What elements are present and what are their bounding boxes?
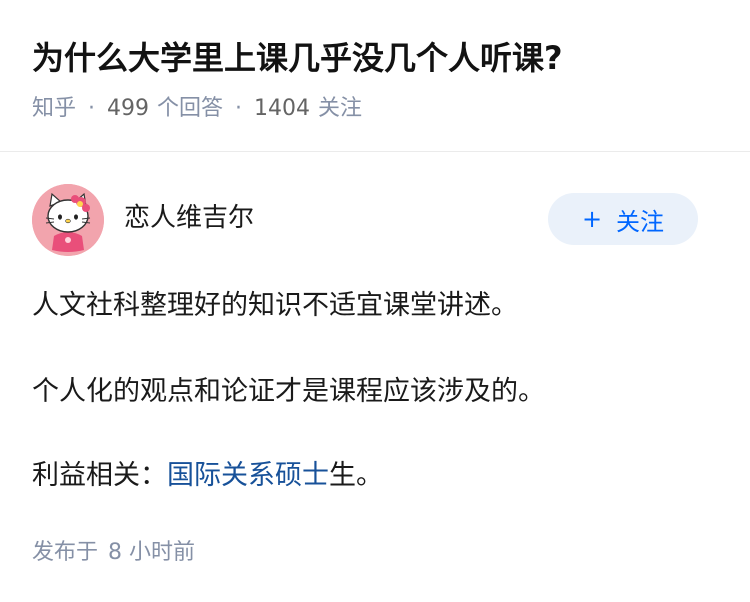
follow-button[interactable]: + 关注 [548, 193, 698, 245]
author-name[interactable]: 恋人维吉尔 [124, 201, 254, 235]
answer-count: 499 [107, 96, 150, 121]
follow-button-label: 关注 [616, 207, 665, 236]
answer-paragraph: 人文社科整理好的知识不适宜课堂讲述。 [32, 290, 518, 321]
topic-link[interactable]: 国际关系硕士 [167, 460, 329, 491]
publish-time: 发布于 8 小时前 [32, 538, 195, 568]
answer-count-label: 个回答 [157, 96, 224, 121]
publish-unit: 小时前 [129, 540, 196, 565]
plus-icon: + [581, 205, 603, 233]
header-divider [0, 151, 750, 152]
disclosure-prefix: 利益相关： [32, 460, 167, 491]
hello-kitty-avatar-icon [32, 184, 104, 256]
author-avatar[interactable] [32, 184, 104, 256]
publish-label: 发布于 [32, 540, 99, 565]
meta-separator: · [235, 96, 243, 121]
question-title[interactable]: 为什么大学里上课几乎没几个人听课? [32, 36, 563, 80]
publish-amount: 8 [108, 540, 123, 565]
question-meta: 知乎 · 499 个回答 · 1404 关注 [32, 94, 362, 124]
answer-paragraph: 个人化的观点和论证才是课程应该涉及的。 [32, 376, 545, 407]
answer-paragraph-disclosure: 利益相关：国际关系硕士生。 [32, 458, 383, 494]
disclosure-suffix: 生。 [329, 460, 383, 491]
meta-separator: · [88, 96, 96, 121]
source-label[interactable]: 知乎 [32, 96, 76, 121]
follow-count-label: 关注 [318, 96, 363, 121]
follow-count: 1404 [254, 96, 311, 121]
